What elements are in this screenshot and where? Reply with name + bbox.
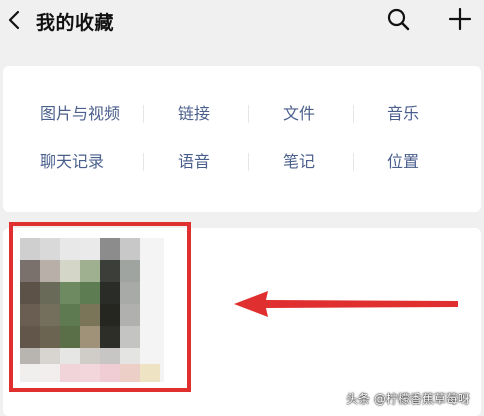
- page-title: 我的收藏: [36, 12, 115, 34]
- arrow-icon: [234, 291, 458, 317]
- category-links[interactable]: 链接: [134, 102, 254, 126]
- category-voice[interactable]: 语音: [134, 150, 254, 174]
- favorites-page: 我的收藏 图片与视频 链接 文件 音乐 聊天记录 语音 笔记 位置 头条 @柠檬…: [0, 0, 484, 416]
- watermark-text: 头条 @柠檬香蕉草莓呀: [346, 392, 470, 406]
- category-images-videos[interactable]: 图片与视频: [20, 102, 140, 126]
- header-bar: 我的收藏: [0, 0, 484, 44]
- category-music[interactable]: 音乐: [343, 102, 463, 126]
- category-files[interactable]: 文件: [239, 102, 359, 126]
- category-notes[interactable]: 笔记: [239, 150, 359, 174]
- highlight-box: [9, 222, 191, 392]
- category-location[interactable]: 位置: [343, 150, 463, 174]
- plus-icon[interactable]: [448, 7, 472, 31]
- category-chat-history[interactable]: 聊天记录: [12, 150, 132, 174]
- category-card: 图片与视频 链接 文件 音乐 聊天记录 语音 笔记 位置: [3, 66, 481, 212]
- search-icon[interactable]: [386, 7, 410, 31]
- back-icon[interactable]: [6, 9, 22, 31]
